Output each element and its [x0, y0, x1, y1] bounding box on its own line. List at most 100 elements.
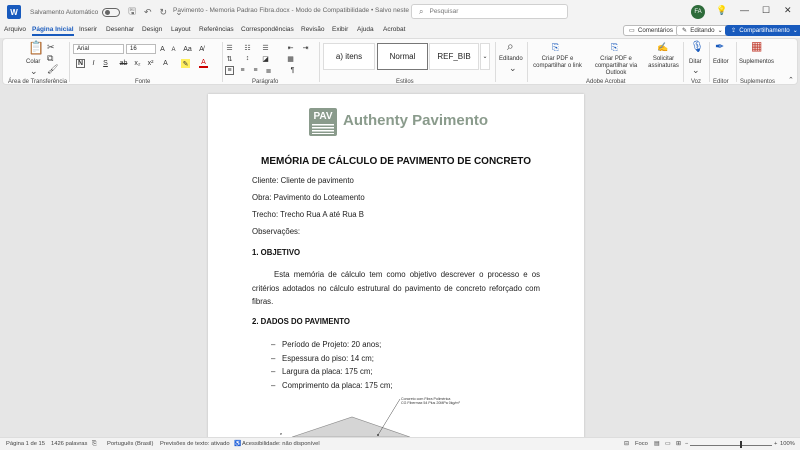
- increase-indent-icon[interactable]: ⇥: [301, 43, 310, 52]
- undo-icon[interactable]: ↶: [144, 7, 152, 18]
- save-icon[interactable]: 🖫: [128, 4, 136, 20]
- signature-icon[interactable]: ✍: [657, 42, 668, 52]
- tab-correspondencias[interactable]: Correspondências: [241, 26, 294, 33]
- clear-format-icon[interactable]: A̸: [197, 45, 206, 54]
- pdf-link-icon[interactable]: ⎘: [552, 42, 559, 52]
- tab-design[interactable]: Design: [142, 26, 162, 33]
- tab-revisao[interactable]: Revisão: [301, 26, 324, 33]
- multilevel-list-icon[interactable]: ☰: [261, 43, 270, 52]
- styles-more-button[interactable]: ⌄: [480, 43, 490, 70]
- list-item[interactable]: Comprimento da placa: 175 cm;: [271, 381, 392, 390]
- grow-font-icon[interactable]: A: [158, 45, 167, 54]
- notes-line[interactable]: Observações:: [252, 227, 300, 236]
- superscript-icon[interactable]: x²: [146, 59, 155, 68]
- zoom-out-icon[interactable]: −: [685, 441, 688, 447]
- strikethrough-icon[interactable]: ab: [119, 59, 128, 68]
- section-1-title[interactable]: 1. OBJETIVO: [252, 248, 300, 257]
- document-page[interactable]: PAV Authenty Pavimento MEMÓRIA DE CÁLCUL…: [208, 94, 584, 437]
- style-itens[interactable]: a) itens: [323, 43, 375, 70]
- client-line[interactable]: Cliente: Cliente de pavimento: [252, 176, 354, 185]
- tab-inserir[interactable]: Inserir: [79, 26, 97, 33]
- tab-layout[interactable]: Layout: [171, 26, 191, 33]
- redo-icon[interactable]: ↻: [160, 7, 168, 18]
- focus-button[interactable]: Foco: [635, 441, 648, 447]
- document-canvas[interactable]: PAV Authenty Pavimento MEMÓRIA DE CÁLCUL…: [0, 87, 800, 437]
- editing-mode-button[interactable]: ✎ Editando ⌄: [676, 25, 729, 36]
- minimize-icon[interactable]: —: [740, 5, 749, 15]
- tab-referencias[interactable]: Referências: [199, 26, 234, 33]
- paste-button-label[interactable]: Colar: [26, 59, 40, 66]
- subscript-icon[interactable]: x₂: [133, 59, 142, 68]
- editor-icon[interactable]: ✒: [715, 42, 724, 53]
- close-icon[interactable]: ✕: [784, 5, 792, 16]
- request-signatures-button[interactable]: Solicitar assinaturas: [646, 56, 681, 70]
- word-count[interactable]: 1426 palavras: [51, 441, 87, 447]
- maximize-icon[interactable]: ☐: [762, 5, 770, 16]
- lightbulb-icon[interactable]: 💡: [716, 5, 727, 16]
- zoom-in-icon[interactable]: +: [774, 441, 777, 447]
- read-mode-icon[interactable]: ▤: [654, 441, 659, 447]
- tab-exibir[interactable]: Exibir: [332, 26, 348, 33]
- highlight-icon[interactable]: ✎: [181, 59, 190, 68]
- align-center-icon[interactable]: ≡: [238, 66, 247, 75]
- justify-icon[interactable]: ≣: [264, 66, 273, 75]
- zoom-slider-handle[interactable]: [740, 441, 742, 448]
- addins-icon[interactable]: ▦: [751, 40, 762, 52]
- search-input[interactable]: ⌕ Pesquisar: [411, 4, 568, 19]
- zoom-level[interactable]: 100%: [780, 441, 795, 447]
- tab-ajuda[interactable]: Ajuda: [357, 26, 374, 33]
- microphone-icon[interactable]: 🎙: [690, 42, 704, 53]
- format-painter-icon[interactable]: 🖌: [47, 64, 58, 74]
- underline-icon[interactable]: S: [101, 59, 110, 68]
- numbering-icon[interactable]: ☷: [243, 43, 252, 52]
- print-layout-icon[interactable]: ▭: [665, 441, 670, 447]
- pdf-outlook-icon[interactable]: ⎘: [611, 42, 618, 52]
- language[interactable]: Português (Brasil): [107, 441, 153, 447]
- style-normal[interactable]: Normal: [377, 43, 428, 70]
- copy-icon[interactable]: ⧉: [47, 53, 53, 63]
- proofing-icon[interactable]: ⎘: [92, 441, 97, 448]
- focus-icon[interactable]: ⊟: [624, 441, 629, 447]
- align-left-icon[interactable]: ≡: [225, 66, 234, 75]
- page-count[interactable]: Página 1 de 15: [6, 441, 45, 447]
- create-pdf-link-button[interactable]: Criar PDF e compartilhar o link: [530, 56, 585, 70]
- avatar[interactable]: FA: [691, 5, 705, 19]
- cut-icon[interactable]: ✂: [47, 42, 55, 52]
- editing-button-label[interactable]: Editando: [499, 56, 523, 63]
- addins-button-label[interactable]: Suplementos: [739, 59, 774, 66]
- borders-icon[interactable]: ▦: [286, 54, 295, 63]
- list-item[interactable]: Espessura do piso: 14 cm;: [271, 354, 374, 363]
- tab-acrobat[interactable]: Acrobat: [383, 26, 405, 33]
- shrink-font-icon[interactable]: A: [169, 45, 178, 54]
- text-predictions[interactable]: Previsões de texto: ativado: [160, 441, 230, 447]
- list-item[interactable]: Período de Projeto: 20 anos;: [271, 340, 381, 349]
- list-item[interactable]: Largura da placa: 175 cm;: [271, 367, 373, 376]
- sort-icon[interactable]: ⇅: [225, 54, 234, 63]
- share-button[interactable]: ⇪ Compartilhamento ⌄: [725, 25, 800, 36]
- chevron-down-icon[interactable]: ⌄: [692, 65, 700, 75]
- editor-button-label[interactable]: Editor: [713, 59, 729, 66]
- bullets-icon[interactable]: ☰: [225, 43, 234, 52]
- section-1-paragraph[interactable]: Esta memória de cálculo tem como objetiv…: [252, 268, 540, 309]
- line-spacing-icon[interactable]: ↕: [243, 54, 252, 63]
- zoom-slider[interactable]: [690, 444, 772, 446]
- section-2-title[interactable]: 2. DADOS DO PAVIMENTO: [252, 317, 350, 326]
- search-icon[interactable]: ⌕: [507, 40, 514, 52]
- document-heading[interactable]: MEMÓRIA DE CÁLCULO DE PAVIMENTO DE CONCR…: [208, 156, 584, 167]
- comments-button[interactable]: ▭ Comentários: [623, 25, 679, 36]
- tab-desenhar[interactable]: Desenhar: [106, 26, 134, 33]
- text-effects-icon[interactable]: A: [161, 59, 170, 68]
- collapse-ribbon-icon[interactable]: ⌃: [788, 76, 794, 86]
- tab-arquivo[interactable]: Arquivo: [4, 26, 26, 33]
- shading-icon[interactable]: ◪: [261, 54, 270, 63]
- chevron-down-icon[interactable]: ⌄: [509, 63, 517, 73]
- paste-icon[interactable]: 📋: [28, 41, 44, 54]
- font-name-select[interactable]: Arial: [73, 44, 124, 54]
- document-title[interactable]: Pavimento - Memoria Padrao Fibra.docx - …: [173, 7, 420, 14]
- italic-icon[interactable]: I: [89, 59, 98, 68]
- bold-icon[interactable]: N: [76, 59, 85, 68]
- autosave-toggle[interactable]: [102, 7, 121, 17]
- decrease-indent-icon[interactable]: ⇤: [286, 43, 295, 52]
- align-right-icon[interactable]: ≡: [251, 66, 260, 75]
- create-pdf-outlook-button[interactable]: Criar PDF e compartilhar via Outlook: [585, 56, 647, 77]
